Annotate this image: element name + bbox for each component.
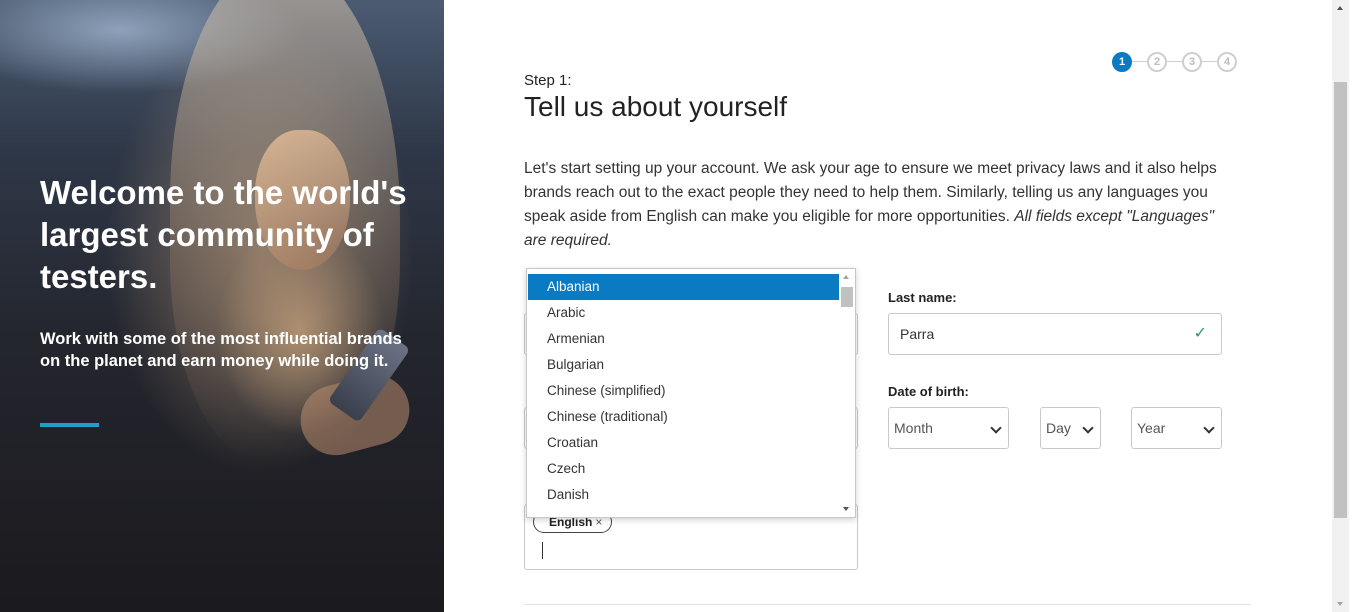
language-option[interactable]: Armenian [528,326,840,352]
dob-month-value: Month [894,420,933,436]
step-connector [1167,61,1182,62]
step-indicator: 1 2 3 4 [1112,52,1238,72]
hero-divider [40,423,99,427]
dob-month-select[interactable]: Month [888,407,1009,449]
hero-title: Welcome to the world's largest community… [40,174,407,295]
language-option[interactable]: Croatian [528,430,840,456]
page-title: Tell us about yourself [524,91,788,122]
last-name-label: Last name: [888,290,957,305]
last-name-value: Parra [900,326,935,342]
language-option[interactable]: Danish [528,482,840,508]
scroll-down-icon[interactable] [843,507,849,511]
language-option[interactable]: Bulgarian [528,352,840,378]
dob-year-value: Year [1137,420,1166,436]
scroll-up-icon[interactable] [1337,6,1343,10]
scrollbar-thumb[interactable] [1334,82,1347,518]
step-1: 1 [1112,52,1132,72]
language-option[interactable]: Albanian [528,274,840,300]
step-label: Step 1: [524,72,572,89]
scrollbar-thumb[interactable] [841,287,853,307]
dob-day-select[interactable]: Day [1040,407,1101,449]
step-connector [1132,61,1147,62]
last-name-field[interactable]: Parra ✓ [888,313,1222,355]
language-option[interactable]: Chinese (traditional) [528,404,840,430]
step-3: 3 [1182,52,1202,72]
chevron-down-icon [990,422,1002,434]
divider [524,604,1251,605]
step-4: 4 [1217,52,1237,72]
scroll-up-icon[interactable] [843,275,849,279]
check-icon: ✓ [1193,325,1207,342]
dob-day-value: Day [1046,420,1071,436]
dob-label: Date of birth: [888,384,969,399]
scroll-down-icon[interactable] [1337,602,1343,606]
step-2: 2 [1147,52,1167,72]
language-option[interactable]: Chinese (simplified) [528,378,840,404]
page-scrollbar[interactable] [1332,0,1349,612]
chevron-down-icon [1203,422,1215,434]
chevron-down-icon [1082,422,1094,434]
hero-subtitle: Work with some of the most influential b… [40,330,402,370]
language-option[interactable]: Czech [528,456,840,482]
text-caret [542,542,543,559]
dropdown-scrollbar[interactable] [839,269,855,517]
language-dropdown[interactable]: Albanian Arabic Armenian Bulgarian Chine… [526,268,856,518]
intro-text: Let's start setting up your account. We … [524,157,1236,253]
hero-panel: Welcome to the world's largest community… [0,0,444,612]
language-option[interactable]: Arabic [528,300,840,326]
step-connector [1202,61,1217,62]
dob-year-select[interactable]: Year [1131,407,1222,449]
